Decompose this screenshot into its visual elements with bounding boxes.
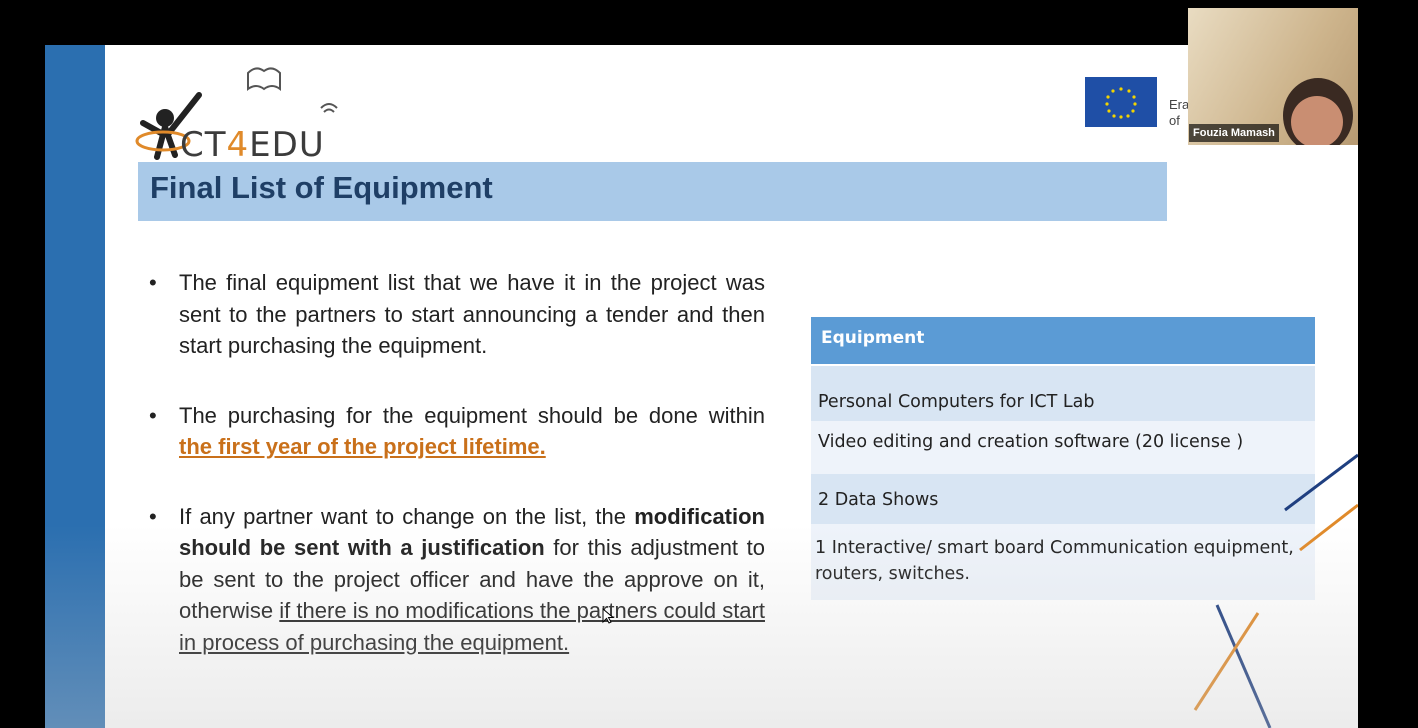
participant-face bbox=[1291, 96, 1343, 145]
mouse-cursor-icon bbox=[602, 608, 615, 624]
decorative-lines bbox=[1193, 453, 1358, 728]
presentation-slide: CT4EDU Era of Final List of Equipment • … bbox=[45, 45, 1358, 728]
left-black-bar bbox=[0, 0, 45, 728]
right-black-bar bbox=[1358, 0, 1418, 728]
participant-name-label: Fouzia Mamash bbox=[1189, 124, 1279, 142]
screen-share-view: CT4EDU Era of Final List of Equipment • … bbox=[0, 0, 1418, 728]
